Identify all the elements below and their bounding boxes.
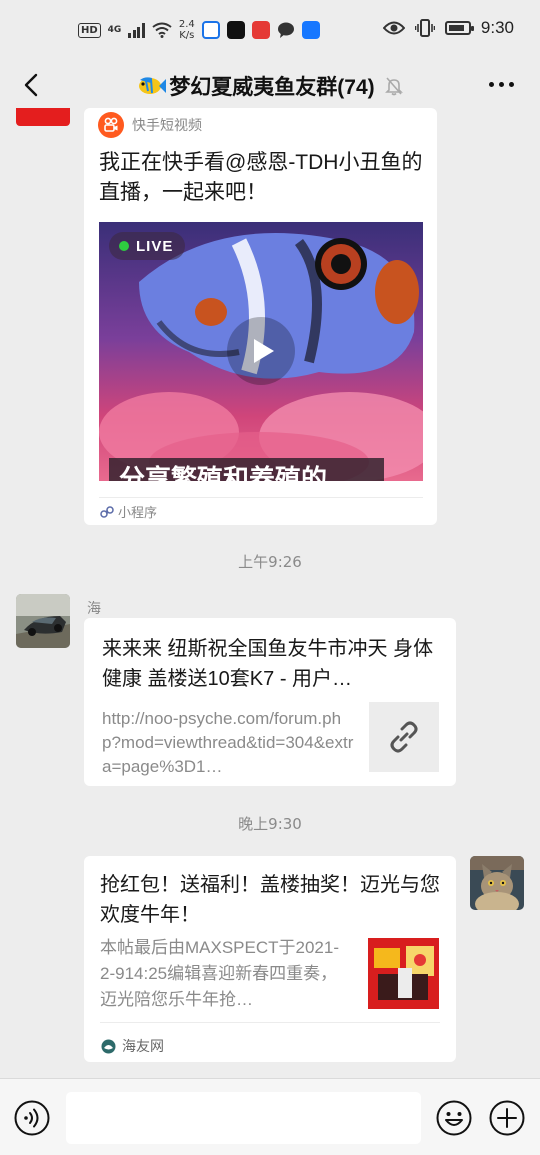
live-label: LIVE [136,237,174,255]
eye-icon [382,21,405,35]
voice-input-icon[interactable] [14,1100,50,1136]
status-bar-left: HD 4G 2.4 K/s [78,19,320,41]
link-url: http://noo-psyche.com/forum.php?mod=view… [102,709,354,776]
battery-icon [444,21,474,35]
timestamp: 晚上9:30 [238,815,302,833]
my-avatar[interactable] [470,856,524,910]
live-indicator-dot [119,241,129,251]
promo-image [368,938,439,1009]
forum-post-thumbnail [368,938,439,1009]
forum-post-description: 本帖最后由MAXSPECT于2021-2-914:25编辑喜迎新春四重奏，迈光陪… [100,938,339,1009]
speed-value: 2.4 [178,19,195,30]
chat-header: 梦幻夏威夷鱼友群(74) [0,62,540,108]
card-source: 快手短视频 [98,112,202,138]
network-speed: 2.4 K/s [179,19,195,41]
timestamp: 上午9:26 [238,553,302,571]
cat-avatar-image [470,856,524,910]
mini-program-tag: 小程序 [100,502,157,521]
card-message-text: 我正在快手看@感恩-TDH小丑鱼的直播，一起来吧！ [99,151,423,204]
wifi-icon [152,22,172,38]
kuaishou-logo-icon [98,112,124,138]
link-message-card[interactable]: 来来来 纽斯祝全国鱼友牛市冲天 身体健康 盖楼送10套K7 - 用户… http… [84,618,456,786]
signal-icon [128,22,145,38]
speed-unit: K/s [179,30,195,41]
live-stream-thumbnail[interactable]: LIVE 分享繁殖和养殖的 [99,222,423,481]
mini-program-icon [100,505,114,518]
emoji-icon[interactable] [436,1100,472,1136]
live-badge: LIVE [109,232,186,260]
clock: 9:30 [480,18,514,37]
more-dot-icon [499,82,504,87]
status-bar-right: 9:30 [382,18,514,38]
link-icon [390,721,418,753]
avatar[interactable] [16,108,70,126]
more-options-button[interactable] [489,82,514,87]
mini-program-label: 小程序 [118,506,158,521]
chat-messages[interactable]: 快手短视频 我正在快手看@感恩-TDH小丑鱼的直播，一起来吧！ LIVE 分享繁… [0,108,540,1078]
link-title: 来来来 纽斯祝全国鱼友牛市冲天 身体健康 盖楼送10套K7 - 用户… [102,638,434,690]
chat-bubble-icon [277,22,294,38]
car-avatar-image [16,594,70,648]
link-thumbnail [369,702,439,772]
more-dot-icon [489,82,494,87]
video-caption: 分享繁殖和养殖的 [109,458,384,481]
card-source: 海友网 [101,1036,164,1056]
more-dot-icon [509,82,514,87]
chat-title-text: 梦幻夏威夷鱼友群(74) [169,76,375,99]
sender-avatar[interactable] [16,594,70,648]
card-divider [100,1022,440,1023]
kuaishou-share-card[interactable]: 快手短视频 我正在快手看@感恩-TDH小丑鱼的直播，一起来吧！ LIVE 分享繁… [84,108,437,525]
mute-bell-icon [384,77,403,96]
message-input-bar [0,1078,540,1155]
forum-post-title: 抢红包！送福利！盖楼抽奖！迈光与您欢度牛年！ [100,874,440,926]
chat-title: 梦幻夏威夷鱼友群(74) [0,71,540,101]
vibrate-icon [414,19,435,37]
card-source-name: 快手短视频 [132,118,202,134]
capcut-notification-icon [226,21,245,39]
message-text-input[interactable] [66,1092,421,1144]
status-bar: HD 4G 2.4 K/s 9:30 [0,0,540,62]
sender-name: 海 [87,601,101,617]
card-divider [99,497,423,498]
network-type: 4G [107,24,122,35]
add-more-icon[interactable] [489,1100,525,1136]
hd-indicator: HD [78,22,101,38]
play-icon[interactable] [227,317,295,385]
app-notification-icon [201,21,220,39]
red-app-notification-icon [251,21,270,39]
fish-emoji-icon [139,77,167,94]
forum-share-card[interactable]: 抢红包！送福利！盖楼抽奖！迈光与您欢度牛年！ 本帖最后由MAXSPECT于202… [84,856,456,1062]
card-source-name: 海友网 [122,1039,164,1055]
alipay-notification-icon [301,21,320,39]
haiyou-logo-icon [101,1039,116,1053]
